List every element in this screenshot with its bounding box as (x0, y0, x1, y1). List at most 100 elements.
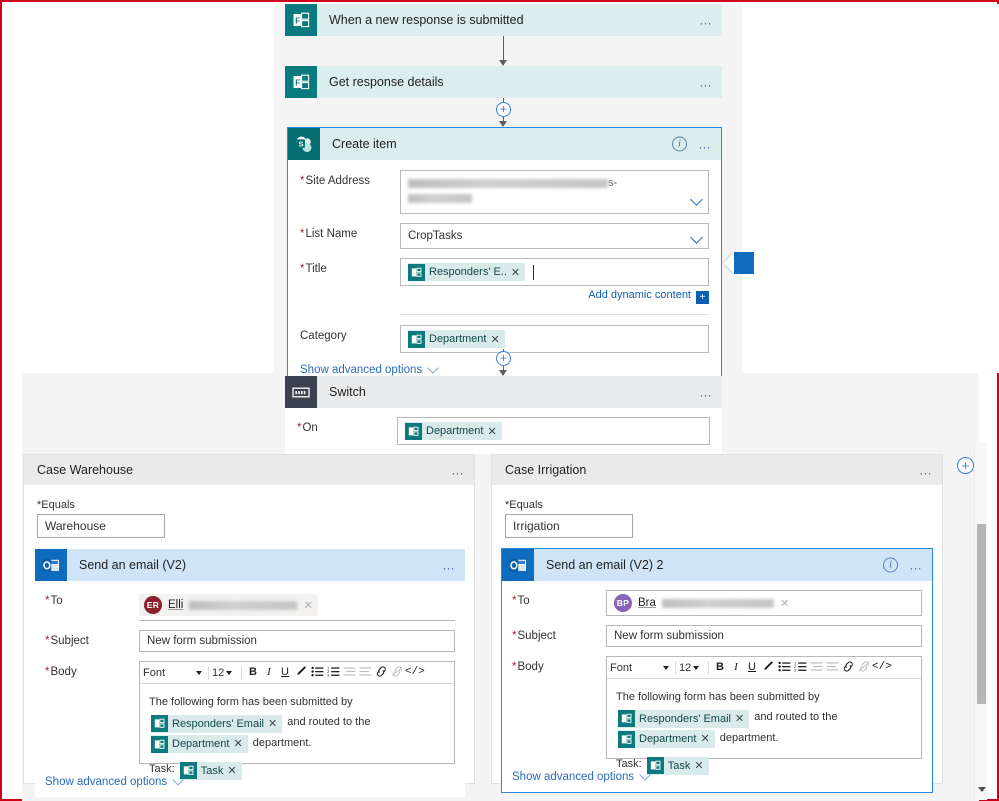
get-response-card-header[interactable]: F Get response details … (285, 66, 722, 98)
trigger-card[interactable]: F When a new response is submitted … (285, 4, 722, 36)
rte-toolbar-2[interactable]: Font 12 B I U 1 2 3 </> (607, 657, 921, 679)
italic-button-1[interactable]: I (261, 667, 277, 678)
rte-toolbar-1[interactable]: Font 12 B I U 1 2 3 </> (140, 662, 454, 684)
create-item-show-advanced-options[interactable]: Show advanced options (300, 362, 439, 376)
subject-control-1[interactable]: New form submission (139, 630, 455, 652)
switch-on-input[interactable]: Department ✕ (397, 417, 710, 445)
dynamic-content-token[interactable]: Department ✕ (408, 330, 505, 348)
case-warehouse-menu-button[interactable]: … (451, 464, 466, 477)
trigger-card-header[interactable]: F When a new response is submitted … (285, 4, 722, 36)
switch-card[interactable]: Switch … *On Department ✕ (285, 376, 722, 454)
pen-icon[interactable] (760, 660, 776, 675)
recipient-remove-icon-1[interactable]: ✕ (303, 598, 313, 612)
send-email-card-1[interactable]: Send an email (V2) … *To ER Elli ✕ *Subj… (35, 549, 465, 797)
site-address-input[interactable]: s- (400, 170, 709, 214)
case-irrigation-menu-button[interactable]: … (919, 464, 934, 477)
create-item-card-header[interactable]: S Create item i … (288, 128, 721, 160)
dynamic-content-token[interactable]: Department ✕ (151, 735, 248, 753)
add-step-node-2[interactable]: + (496, 351, 511, 366)
token-remove-icon[interactable]: ✕ (487, 425, 501, 438)
add-dynamic-content-plus-icon[interactable]: + (696, 291, 709, 304)
send-email-card-1-menu-button[interactable]: … (442, 559, 457, 572)
dynamic-content-token[interactable]: Task ✕ (179, 761, 242, 781)
scroll-down-arrow-icon[interactable] (978, 787, 986, 792)
to-input-1[interactable]: ER Elli ✕ (139, 590, 455, 621)
bulleted-list-icon[interactable] (776, 661, 792, 675)
title-control[interactable]: Responders' E.. ✕ Add dynamic content + (400, 258, 709, 304)
code-view-button-1[interactable]: </> (405, 667, 425, 678)
dynamic-content-token[interactable]: Department ✕ (618, 730, 715, 748)
case-irrigation-equals-input[interactable]: Irrigation (505, 514, 633, 538)
underline-button-2[interactable]: U (744, 662, 760, 673)
vertical-scrollbar[interactable] (974, 442, 987, 800)
dynamic-content-token[interactable]: Responders' Email ✕ (618, 709, 750, 729)
token-remove-icon[interactable]: ✕ (233, 734, 247, 754)
case-irrigation-container[interactable]: Case Irrigation … *Equals Irrigation Sen… (491, 454, 943, 793)
switch-menu-button[interactable]: … (699, 386, 714, 399)
italic-button-2[interactable]: I (728, 662, 744, 673)
token-remove-icon[interactable]: ✕ (694, 756, 708, 776)
code-view-button-2[interactable]: </> (872, 662, 892, 673)
panel-tab-swatch[interactable] (734, 252, 754, 274)
dynamic-content-token[interactable]: Responders' Email ✕ (151, 714, 283, 734)
add-dynamic-content-link[interactable]: Add dynamic content + (400, 289, 709, 304)
get-response-menu-button[interactable]: … (699, 76, 714, 89)
rich-text-editor-1[interactable]: Font 12 B I U 1 2 3 </> The following fo… (139, 661, 455, 780)
token-remove-icon[interactable]: ✕ (511, 266, 525, 279)
send-email-card-2[interactable]: Send an email (V2) 2 i … *To BP Bra ✕ *S… (501, 548, 933, 793)
body-control-1[interactable]: Font 12 B I U 1 2 3 </> The following fo… (139, 661, 455, 780)
list-name-input[interactable]: CropTasks (400, 223, 709, 249)
outdent-icon[interactable] (341, 666, 357, 680)
recipient-remove-icon-2[interactable]: ✕ (780, 596, 790, 610)
font-size-select-1[interactable]: 12 (212, 667, 238, 679)
font-family-select-1[interactable]: Font (143, 667, 205, 679)
outdent-icon[interactable] (808, 661, 824, 675)
body-control-2[interactable]: Font 12 B I U 1 2 3 </> The following fo… (606, 656, 922, 775)
font-family-select-2[interactable]: Font (610, 662, 672, 674)
send-email-card-2-menu-button[interactable]: … (909, 559, 924, 572)
site-address-control[interactable]: s- (400, 170, 709, 214)
trigger-menu-button[interactable]: … (699, 14, 714, 27)
token-remove-icon[interactable]: ✕ (735, 709, 749, 729)
create-item-info-icon[interactable]: i (672, 136, 687, 152)
create-item-menu-button[interactable]: … (698, 138, 713, 151)
subject-control-2[interactable]: New form submission (606, 625, 922, 647)
indent-icon[interactable] (357, 666, 373, 680)
link-icon[interactable] (373, 665, 389, 680)
details-panel-toggle[interactable] (724, 252, 754, 274)
numbered-list-icon[interactable]: 1 2 3 (325, 665, 341, 680)
subject-input-1[interactable]: New form submission (139, 630, 455, 652)
pen-icon[interactable] (293, 665, 309, 680)
title-input[interactable]: Responders' E.. ✕ (400, 258, 709, 286)
to-control-2[interactable]: BP Bra ✕ (606, 590, 922, 616)
get-response-card[interactable]: F Get response details … (285, 66, 722, 98)
token-remove-icon[interactable]: ✕ (268, 714, 282, 734)
unlink-icon[interactable] (856, 660, 872, 675)
rte-content-1[interactable]: The following form has been submitted by (140, 684, 454, 780)
send-email-card-2-info-icon[interactable]: i (883, 557, 898, 573)
underline-button-1[interactable]: U (277, 667, 293, 678)
subject-input-2[interactable]: New form submission (606, 625, 922, 647)
case-warehouse-equals-input[interactable]: Warehouse (37, 514, 165, 538)
to-control-1[interactable]: ER Elli ✕ (139, 590, 455, 621)
switch-card-header[interactable]: Switch … (285, 376, 722, 408)
link-icon[interactable] (840, 660, 856, 675)
create-item-card[interactable]: S Create item i … *Site Address s- *List… (287, 127, 722, 387)
dynamic-content-token[interactable]: Department ✕ (405, 422, 502, 440)
send-email-card-2-header[interactable]: Send an email (V2) 2 i … (502, 549, 932, 581)
recipient-chip-1[interactable]: ER Elli ✕ (139, 594, 318, 616)
list-name-control[interactable]: CropTasks (400, 223, 709, 249)
send-email-card-1-header[interactable]: Send an email (V2) … (35, 549, 465, 581)
to-input-2[interactable]: BP Bra ✕ (606, 590, 922, 616)
bold-button-2[interactable]: B (712, 662, 728, 673)
add-case-button[interactable]: + (957, 457, 974, 474)
token-remove-icon[interactable]: ✕ (227, 761, 241, 781)
add-step-node-1[interactable]: + (496, 102, 511, 117)
token-remove-icon[interactable]: ✕ (700, 729, 714, 749)
case-warehouse-header[interactable]: Case Warehouse … (24, 455, 474, 485)
case-warehouse-container[interactable]: Case Warehouse … *Equals Warehouse Send … (23, 454, 475, 797)
token-remove-icon[interactable]: ✕ (490, 333, 504, 346)
indent-icon[interactable] (824, 661, 840, 675)
category-control[interactable]: Department ✕ (400, 325, 709, 353)
bold-button-1[interactable]: B (245, 667, 261, 678)
